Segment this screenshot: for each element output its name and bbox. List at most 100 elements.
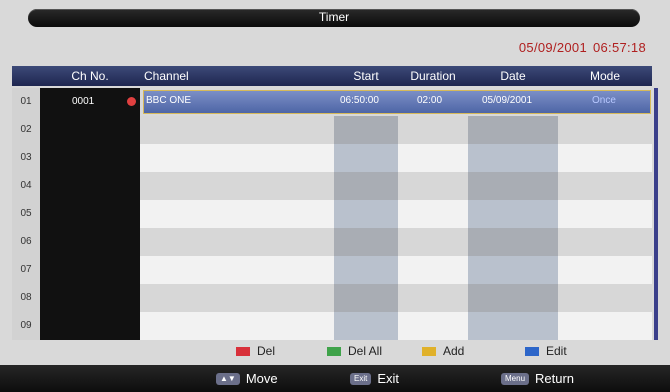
row-duration-cell (398, 172, 468, 200)
row-channel-cell (140, 144, 334, 172)
clock-time: 06:57:18 (592, 40, 646, 55)
row-chno-cell (40, 172, 140, 200)
row-start: 06:50:00 (340, 95, 379, 106)
header-date: Date (500, 69, 526, 83)
table-header: Ch No. Channel Start Duration Date Mode (12, 66, 652, 86)
legend-del-all-label: Del All (348, 344, 383, 358)
title-bar: Timer (28, 9, 640, 27)
row-start-cell (334, 312, 398, 340)
legend-del-all: Del All (327, 344, 382, 358)
row-date-cell (468, 228, 558, 256)
row-chno-cell (40, 144, 140, 172)
row-chno-cell (40, 284, 140, 312)
row-duration-cell (398, 200, 468, 228)
row-chno-cell (40, 312, 140, 340)
yellow-key-icon (422, 346, 436, 356)
row-date-cell (468, 144, 558, 172)
row-channel-cell (140, 228, 334, 256)
record-icon (127, 97, 136, 106)
legend-del: Del (236, 344, 275, 358)
row-chno-cell (40, 256, 140, 284)
row-number: 07 (12, 256, 40, 284)
row-date: 05/09/2001 (482, 95, 533, 106)
row-mode-cell (558, 172, 652, 200)
table-row[interactable]: 03 (12, 144, 652, 172)
row-date-cell (468, 172, 558, 200)
row-date-cell (468, 284, 558, 312)
legend-add: Add (422, 344, 464, 358)
table-row[interactable]: 07 (12, 256, 652, 284)
clock: 05/09/2001 06:57:18 (519, 40, 646, 55)
row-chno: 0001 (72, 96, 95, 107)
footer-return-label: Return (535, 371, 575, 386)
row-mode-cell (558, 200, 652, 228)
clock-date: 05/09/2001 (518, 40, 587, 55)
blue-key-icon (525, 346, 539, 356)
selection-highlight (143, 90, 651, 114)
row-chno-cell (40, 228, 140, 256)
footer-move: ▲▼ Move (216, 371, 278, 386)
row-number: 06 (12, 228, 40, 256)
row-start-cell (334, 116, 398, 144)
row-mode-cell (558, 256, 652, 284)
timer-screen: Timer 05/09/2001 06:57:18 Ch No. Channel … (0, 0, 670, 392)
row-channel-cell (140, 200, 334, 228)
scrollbar[interactable] (654, 88, 658, 340)
row-start-cell (334, 172, 398, 200)
green-key-icon (327, 346, 341, 356)
table-body: 01 0001 BBC ONE 06:50:00 02:00 05/09/200… (12, 88, 652, 340)
row-number: 09 (12, 312, 40, 340)
row-duration-cell (398, 144, 468, 172)
table-row[interactable]: 08 (12, 284, 652, 312)
row-number: 08 (12, 284, 40, 312)
footer-bar: ▲▼ Move Exit Exit Menu Return (0, 365, 670, 392)
row-start-cell (334, 228, 398, 256)
table-row[interactable]: 04 (12, 172, 652, 200)
legend-edit: Edit (525, 344, 567, 358)
row-duration-cell (398, 256, 468, 284)
row-duration-cell (398, 228, 468, 256)
row-date-cell (468, 312, 558, 340)
row-number: 02 (12, 116, 40, 144)
row-mode-cell (558, 116, 652, 144)
row-date-cell (468, 200, 558, 228)
row-duration-cell (398, 284, 468, 312)
table-row[interactable]: 05 (12, 200, 652, 228)
legend-add-label: Add (443, 344, 465, 358)
row-chno-cell: 0001 (40, 88, 140, 116)
table-row[interactable]: 09 (12, 312, 652, 340)
legend-del-label: Del (257, 344, 276, 358)
row-mode-cell (558, 284, 652, 312)
row-channel: BBC ONE (146, 95, 192, 106)
row-duration-cell (398, 312, 468, 340)
footer-exit: Exit Exit (350, 371, 399, 386)
row-number: 05 (12, 200, 40, 228)
red-key-icon (236, 346, 250, 356)
row-chno-cell (40, 116, 140, 144)
arrows-key-icon: ▲▼ (216, 372, 240, 385)
table-row[interactable]: 02 (12, 116, 652, 144)
row-channel-cell (140, 116, 334, 144)
table-row[interactable]: 06 (12, 228, 652, 256)
row-number: 03 (12, 144, 40, 172)
row-channel-cell (140, 172, 334, 200)
header-start: Start (353, 69, 379, 83)
header-chno: Ch No. (71, 69, 109, 83)
row-channel-cell (140, 284, 334, 312)
footer-exit-label: Exit (377, 371, 400, 386)
timer-table: Ch No. Channel Start Duration Date Mode … (12, 66, 660, 340)
footer-move-label: Move (245, 371, 278, 386)
row-mode-cell (558, 312, 652, 340)
row-channel-cell (140, 312, 334, 340)
row-duration: 02:00 (417, 95, 443, 106)
row-start-cell (334, 284, 398, 312)
header-channel: Channel (144, 69, 189, 83)
header-mode: Mode (589, 69, 621, 83)
window-title: Timer (318, 10, 350, 24)
row-duration-cell (398, 116, 468, 144)
table-row-selected[interactable]: 01 0001 BBC ONE 06:50:00 02:00 05/09/200… (12, 88, 652, 116)
header-duration: Duration (410, 69, 456, 83)
exit-key-icon: Exit (350, 372, 372, 385)
menu-key-icon: Menu (501, 372, 530, 385)
row-mode-cell (558, 228, 652, 256)
